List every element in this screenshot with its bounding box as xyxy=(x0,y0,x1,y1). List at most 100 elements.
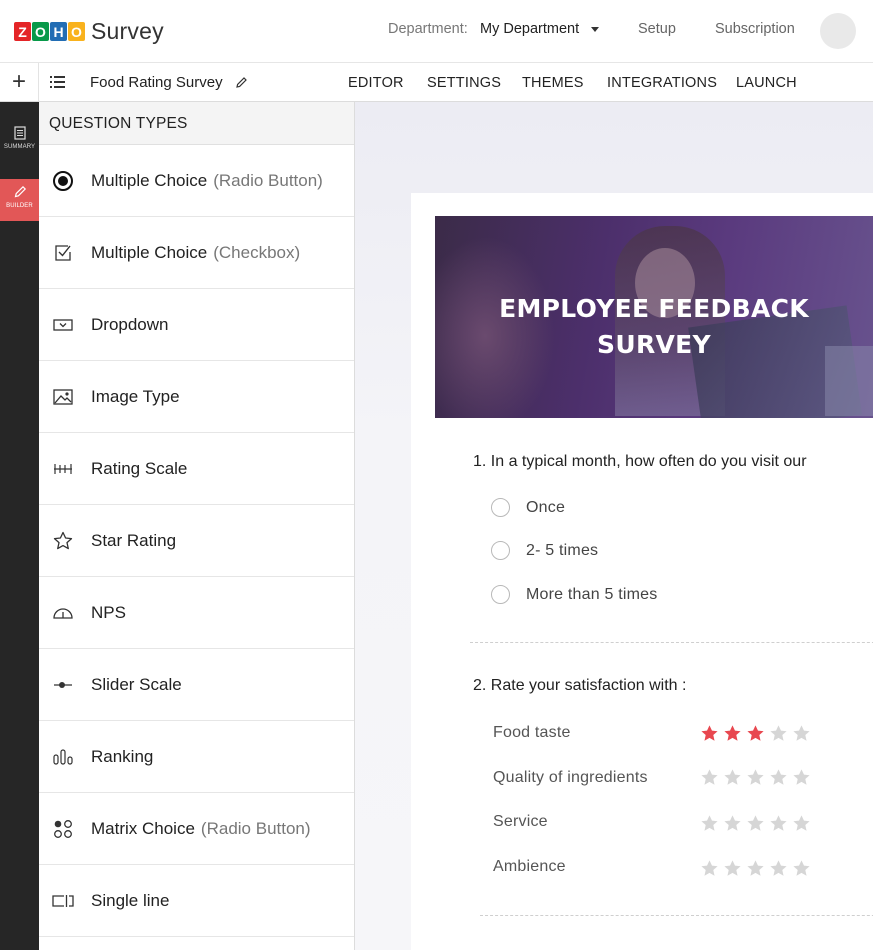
q1-option[interactable]: More than 5 times xyxy=(491,585,657,604)
qtype-slider-scale[interactable]: Slider Scale xyxy=(39,649,354,721)
radio-button-icon xyxy=(52,170,74,192)
matrix-icon xyxy=(52,818,74,840)
survey-banner-image[interactable]: EMPLOYEE FEEDBACK SURVEY xyxy=(435,216,873,418)
star-empty-icon[interactable] xyxy=(769,814,788,833)
tab-integrations[interactable]: INTEGRATIONS xyxy=(607,75,717,91)
tab-settings[interactable]: SETTINGS xyxy=(427,75,501,91)
left-nav: SUMMARY BUILDER xyxy=(0,102,39,950)
survey-list-icon[interactable] xyxy=(50,75,66,89)
qtype-ranking[interactable]: Ranking xyxy=(39,721,354,793)
qtype-sublabel: (Radio Button) xyxy=(200,818,311,838)
star-empty-icon[interactable] xyxy=(746,814,765,833)
caret-down-icon[interactable] xyxy=(591,27,599,32)
rating-row-label: Quality of ingredients xyxy=(493,769,648,786)
tab-editor[interactable]: EDITOR xyxy=(348,75,404,91)
qtype-label: Single line xyxy=(91,890,170,910)
star-empty-icon[interactable] xyxy=(700,859,719,878)
question-1-text: 1. In a typical month, how often do you … xyxy=(473,453,807,470)
star-empty-icon[interactable] xyxy=(746,859,765,878)
q1-option[interactable]: 2- 5 times xyxy=(491,541,598,560)
zoho-survey-logo[interactable]: Z O H O Survey xyxy=(14,18,164,45)
qtype-label: Multiple Choice xyxy=(91,242,208,262)
dropdown-icon xyxy=(52,314,74,336)
radio-icon[interactable] xyxy=(491,498,510,517)
qtype-dropdown[interactable]: Dropdown xyxy=(39,289,354,361)
tab-launch[interactable]: LAUNCH xyxy=(736,75,797,91)
qtype-label: NPS xyxy=(91,602,126,622)
question-2-text: 2. Rate your satisfaction with : xyxy=(473,677,687,694)
gauge-icon xyxy=(52,602,74,624)
star-filled-icon[interactable] xyxy=(700,724,719,743)
star-empty-icon[interactable] xyxy=(746,768,765,787)
department-label: Department: xyxy=(388,21,468,37)
qtype-label: Slider Scale xyxy=(91,674,182,694)
star-empty-icon[interactable] xyxy=(723,814,742,833)
survey-toolbar: + Food Rating Survey EDITOR SETTINGS THE… xyxy=(0,63,873,102)
qtype-image-type[interactable]: Image Type xyxy=(39,361,354,433)
nav-summary-label: SUMMARY xyxy=(3,144,36,150)
qtype-label: Dropdown xyxy=(91,314,169,334)
star-empty-icon[interactable] xyxy=(792,814,811,833)
qtype-label: Multiple Choice xyxy=(91,170,208,190)
pencil-icon xyxy=(14,185,26,198)
rating-scale-icon xyxy=(52,458,74,480)
star-empty-icon[interactable] xyxy=(792,768,811,787)
logo-letter-o: O xyxy=(32,22,49,41)
add-button[interactable]: + xyxy=(0,63,39,101)
radio-icon[interactable] xyxy=(491,585,510,604)
star-empty-icon[interactable] xyxy=(769,859,788,878)
qtype-multiple-choice-radio[interactable]: Multiple Choice (Radio Button) xyxy=(39,145,354,217)
qtype-nps[interactable]: NPS xyxy=(39,577,354,649)
qtype-label: Matrix Choice xyxy=(91,818,195,838)
top-bar: Z O H O Survey Department: My Department… xyxy=(0,0,873,63)
star-filled-icon[interactable] xyxy=(746,724,765,743)
q1-option[interactable]: Once xyxy=(491,498,565,517)
star-rating-food-taste[interactable] xyxy=(700,724,811,743)
star-empty-icon[interactable] xyxy=(769,768,788,787)
star-empty-icon[interactable] xyxy=(700,768,719,787)
ranking-icon xyxy=(52,746,74,768)
nav-summary[interactable]: SUMMARY xyxy=(0,120,39,162)
setup-link[interactable]: Setup xyxy=(638,21,676,37)
survey-title[interactable]: Food Rating Survey xyxy=(90,74,223,91)
star-empty-icon[interactable] xyxy=(700,814,719,833)
q1-option-label: 2- 5 times xyxy=(526,541,599,559)
logo-letter-o2: O xyxy=(68,22,85,41)
star-filled-icon[interactable] xyxy=(723,724,742,743)
qtype-star-rating[interactable]: Star Rating xyxy=(39,505,354,577)
question-types-panel: QUESTION TYPES Multiple Choice (Radio Bu… xyxy=(39,102,355,950)
document-icon xyxy=(13,126,26,140)
logo-letter-h: H xyxy=(50,22,67,41)
survey-canvas: EMPLOYEE FEEDBACK SURVEY 1. In a typical… xyxy=(355,102,873,950)
banner-title-line2: SURVEY xyxy=(597,330,711,359)
q1-option-label: Once xyxy=(526,498,566,516)
star-empty-icon[interactable] xyxy=(723,859,742,878)
qtype-matrix-choice[interactable]: Matrix Choice (Radio Button) xyxy=(39,793,354,865)
star-icon xyxy=(52,530,74,552)
qtype-rating-scale[interactable]: Rating Scale xyxy=(39,433,354,505)
star-empty-icon[interactable] xyxy=(792,859,811,878)
qtype-single-line[interactable]: Single line xyxy=(39,865,354,937)
star-rating-service[interactable] xyxy=(700,814,811,833)
tab-themes[interactable]: THEMES xyxy=(522,75,584,91)
star-rating-ambience[interactable] xyxy=(700,859,811,878)
qtype-label: Ranking xyxy=(91,746,154,766)
qtype-label: Rating Scale xyxy=(91,458,188,478)
qtype-multiple-choice-checkbox[interactable]: Multiple Choice (Checkbox) xyxy=(39,217,354,289)
slider-icon xyxy=(52,674,74,696)
user-avatar[interactable] xyxy=(820,13,856,49)
qtype-sublabel: (Checkbox) xyxy=(213,242,301,262)
star-empty-icon[interactable] xyxy=(769,724,788,743)
zoho-logo-tiles: Z O H O xyxy=(14,22,85,41)
department-selector[interactable]: My Department xyxy=(480,21,579,37)
qtype-label: Image Type xyxy=(91,386,180,406)
nav-builder[interactable]: BUILDER xyxy=(0,179,39,221)
star-empty-icon[interactable] xyxy=(792,724,811,743)
star-empty-icon[interactable] xyxy=(723,768,742,787)
radio-icon[interactable] xyxy=(491,541,510,560)
product-name: Survey xyxy=(91,18,164,44)
star-rating-quality[interactable] xyxy=(700,768,811,787)
question-types-title: QUESTION TYPES xyxy=(39,102,354,145)
subscription-link[interactable]: Subscription xyxy=(715,21,795,37)
edit-pencil-icon[interactable] xyxy=(235,76,248,89)
